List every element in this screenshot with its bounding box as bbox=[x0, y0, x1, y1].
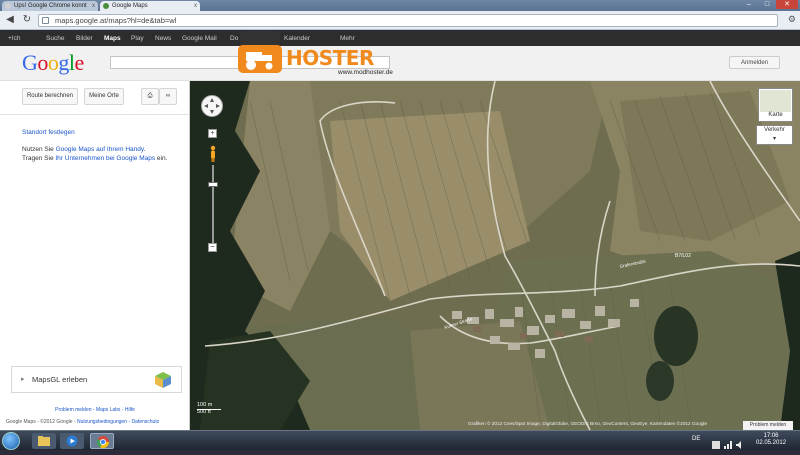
gbar-item-play[interactable]: Play bbox=[131, 31, 144, 46]
sign-in-button[interactable]: Anmelden bbox=[729, 56, 780, 69]
help-text-part: Nutzen Sie bbox=[22, 146, 56, 153]
clock[interactable]: 17:06 02.05.2012 bbox=[756, 433, 786, 447]
reload-icon[interactable]: ↻ bbox=[20, 13, 34, 27]
close-tab-icon[interactable]: x bbox=[194, 1, 197, 11]
maximize-icon[interactable]: □ bbox=[758, 0, 776, 9]
close-window-icon[interactable]: ✕ bbox=[776, 0, 798, 9]
page-icon bbox=[42, 17, 49, 24]
chrome-taskbar-icon[interactable] bbox=[90, 433, 114, 449]
chevron-right-icon: ▸ bbox=[21, 376, 25, 383]
gbar-item-news[interactable]: News bbox=[155, 31, 171, 46]
mapsgl-label: MapsGL erleben bbox=[32, 375, 88, 384]
business-listing-link[interactable]: Ihr Unternehmen bei Google Maps bbox=[55, 155, 155, 162]
satellite-imagery: B7/L02 Grafenstraße Kulmer Straße bbox=[190, 81, 800, 430]
chevron-down-icon: ▾ bbox=[772, 136, 776, 142]
browser-toolbar: ◀ ↻ maps.google.at/maps?hl=de&tab=wl ⚙ bbox=[0, 11, 800, 30]
maps-favicon-icon bbox=[103, 3, 109, 9]
zoom-out-button[interactable]: − bbox=[208, 243, 217, 252]
gbar-item-bilder[interactable]: Bilder bbox=[76, 31, 93, 46]
left-panel: Route berechnen Meine Orte ⎙ ∞ Standort … bbox=[0, 81, 190, 430]
windows-taskbar: DE 17:06 02.05.2012 bbox=[0, 430, 800, 450]
watermark-name: HOSTER bbox=[286, 46, 374, 70]
chrome-icon bbox=[96, 436, 109, 449]
road-label-b7: B7/L02 bbox=[675, 253, 691, 259]
media-player-taskbar-icon[interactable] bbox=[60, 433, 84, 449]
help-text-part: Tragen Sie bbox=[22, 155, 56, 162]
tray-flag-icon[interactable] bbox=[712, 436, 720, 449]
scale-meters: 100 m bbox=[197, 402, 213, 408]
my-places-button[interactable]: Meine Orte bbox=[84, 88, 124, 105]
gbar-item-maps[interactable]: Maps bbox=[104, 31, 121, 46]
error-page-icon bbox=[5, 3, 11, 9]
mobile-maps-link[interactable]: Google Maps auf Ihrem Handy bbox=[56, 146, 144, 153]
tab-label: Ups! Google Chrome konnt bbox=[14, 3, 87, 9]
scale-line bbox=[197, 409, 221, 410]
copyright-text: Google Maps - ©2012 Google - bbox=[6, 419, 77, 425]
verkehr-label: Verkehr bbox=[764, 127, 785, 133]
zoom-slider-track[interactable] bbox=[212, 165, 214, 243]
tab-label: Google Maps bbox=[112, 3, 148, 9]
map-type-karte-button[interactable]: Karte bbox=[758, 88, 793, 122]
set-location-link[interactable]: Standort festlegen bbox=[22, 129, 75, 136]
print-icon[interactable]: ⎙ bbox=[141, 88, 159, 105]
map-attribution: Grafiken © 2012 Cnes/Spot Image, Digital… bbox=[468, 421, 708, 426]
terms-links[interactable]: Nutzungsbedingungen - Datenschutz bbox=[77, 419, 159, 425]
mapsgl-promo[interactable]: ▸ MapsGL erleben bbox=[11, 366, 182, 393]
google-logo[interactable]: Google bbox=[22, 50, 84, 76]
scale-bar: 100 m 500 ft bbox=[197, 402, 221, 416]
link-icon[interactable]: ∞ bbox=[159, 88, 177, 105]
minimize-icon[interactable]: – bbox=[740, 0, 758, 9]
play-icon bbox=[66, 435, 78, 447]
help-text: Nutzen Sie Google Maps auf Ihrem Handy. … bbox=[22, 145, 187, 163]
help-text-part: ein. bbox=[155, 155, 168, 162]
folder-icon bbox=[38, 436, 50, 446]
watermark-url: www.modhoster.de bbox=[338, 69, 393, 76]
clock-time: 17:06 bbox=[763, 433, 779, 439]
close-tab-icon[interactable]: x bbox=[92, 1, 95, 11]
address-bar[interactable]: maps.google.at/maps?hl=de&tab=wl bbox=[38, 14, 778, 27]
gbar-item-google-mail[interactable]: Google Mail bbox=[182, 31, 217, 46]
pan-arrows-icon bbox=[204, 98, 220, 114]
zoom-slider-thumb[interactable] bbox=[208, 182, 218, 187]
gbar-item-suche[interactable]: Suche bbox=[46, 31, 64, 46]
report-problem-button[interactable]: Problem melden bbox=[743, 421, 793, 430]
karte-label: Karte bbox=[768, 112, 783, 118]
clock-date: 02.05.2012 bbox=[756, 440, 787, 446]
pegman-icon[interactable] bbox=[209, 145, 217, 163]
browser-tab-strip: Ups! Google Chrome konnt x Google Maps x… bbox=[0, 0, 800, 11]
satellite-map[interactable]: B7/L02 Grafenstraße Kulmer Straße + − Ka… bbox=[190, 81, 800, 430]
tab-google-maps[interactable]: Google Maps x bbox=[100, 1, 200, 11]
traffic-layer-button[interactable]: Verkehr ▾ bbox=[756, 125, 793, 145]
copyright: Google Maps - ©2012 Google - Nutzungsbed… bbox=[6, 419, 159, 425]
modhoster-watermark: HOSTER www.modhoster.de bbox=[238, 31, 408, 77]
footer-links[interactable]: Problem melden - Maps Labs - Hilfe bbox=[0, 407, 190, 413]
tab-error-page[interactable]: Ups! Google Chrome konnt x bbox=[2, 1, 98, 11]
back-arrow-icon[interactable]: ◀ bbox=[3, 13, 17, 27]
keyboard-language[interactable]: DE bbox=[692, 436, 700, 442]
url-text: maps.google.at/maps?hl=de&tab=wl bbox=[55, 16, 177, 25]
tractor-logo-icon bbox=[238, 45, 282, 73]
route-button[interactable]: Route berechnen bbox=[22, 88, 78, 105]
gbar-item-plus-ich[interactable]: +Ich bbox=[8, 31, 20, 46]
explorer-taskbar-icon[interactable] bbox=[32, 433, 56, 449]
start-button-icon[interactable] bbox=[2, 432, 20, 450]
help-text-part: . bbox=[143, 146, 146, 153]
zoom-in-button[interactable]: + bbox=[208, 129, 217, 138]
pan-control[interactable] bbox=[201, 95, 223, 117]
wrench-menu-icon[interactable]: ⚙ bbox=[788, 14, 796, 25]
divider bbox=[0, 114, 189, 115]
volume-icon[interactable] bbox=[736, 436, 744, 449]
map-thumbnail bbox=[760, 90, 791, 112]
mapsgl-cube-icon bbox=[155, 372, 171, 388]
network-icon[interactable] bbox=[724, 436, 732, 449]
